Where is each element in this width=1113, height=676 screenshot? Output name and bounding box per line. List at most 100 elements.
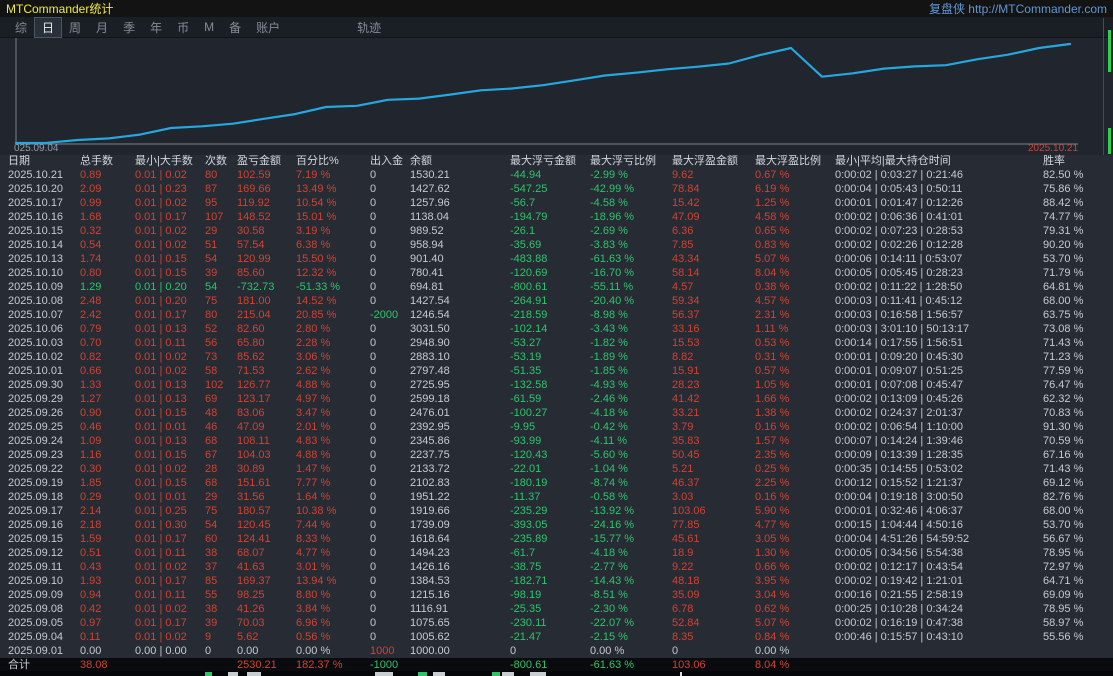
- table-row[interactable]: 2025.09.19 1.85 0.01 | 0.15 68 151.61 7.77 % 0…: [0, 476, 1113, 490]
- table-row[interactable]: 2025.09.10 1.93 0.01 | 0.17 85 169.37 13.94 %…: [0, 574, 1113, 588]
- table-cell: 62.32 %: [1043, 393, 1084, 405]
- table-row[interactable]: 2025.09.17 2.14 0.01 | 0.25 75 180.57 10.38 %…: [0, 504, 1113, 518]
- table-cell: 28.23: [672, 379, 700, 391]
- equity-chart-panel: 025.09.04 2025.10.21: [0, 38, 1113, 155]
- table-cell: 0.16 %: [755, 491, 790, 503]
- table-row[interactable]: 2025.09.16 2.18 0.01 | 0.30 54 120.45 7.44 % 0…: [0, 518, 1113, 532]
- menu-item-4[interactable]: 月: [89, 18, 115, 37]
- table-cell: 0.01 | 0.02: [135, 561, 187, 573]
- menu-item-5[interactable]: 季: [116, 18, 142, 37]
- table-cell: 0.51: [80, 547, 102, 559]
- table-row[interactable]: 2025.10.15 0.32 0.01 | 0.02 29 30.58 3.19 % 0 9…: [0, 224, 1113, 238]
- table-cell: 65.80: [237, 337, 265, 349]
- scrollbar-thumb-top[interactable]: [1108, 30, 1111, 72]
- table-cell: 4.77 %: [296, 547, 331, 559]
- table-row[interactable]: 2025.09.30 1.33 0.01 | 0.13 102 126.77 4.88 %…: [0, 378, 1113, 392]
- table-row[interactable]: 2025.10.10 0.80 0.01 | 0.15 39 85.60 12.32 % 0…: [0, 266, 1113, 280]
- table-row[interactable]: 2025.09.05 0.97 0.01 | 0.17 39 70.03 6.96 % 0 1…: [0, 616, 1113, 630]
- table-cell: 20.85 %: [296, 309, 337, 321]
- table-cell: 1.33: [80, 379, 102, 391]
- table-cell: 14.52 %: [296, 295, 337, 307]
- table-cell: 5.07 %: [755, 253, 790, 265]
- table-row[interactable]: 2025.10.20 2.09 0.01 | 0.23 87 169.66 13.49 %…: [0, 182, 1113, 196]
- table-cell: 0.70: [80, 337, 102, 349]
- table-cell: 1426.16: [410, 561, 450, 573]
- table-cell: 1427.62: [410, 183, 450, 195]
- table-row[interactable]: 2025.09.22 0.30 0.01 | 0.02 28 30.89 1.47 % 0 2…: [0, 462, 1113, 476]
- table-row[interactable]: 2025.09.01 0.00 0.00 | 0.00 0 0.00 0.00 % 1000…: [0, 644, 1113, 658]
- table-cell: 0.65 %: [755, 225, 790, 237]
- table-cell: -393.05: [510, 519, 548, 531]
- menu-item-8[interactable]: M: [197, 19, 221, 35]
- table-cell: 8.82: [672, 351, 694, 363]
- table-cell: 0: [370, 575, 377, 587]
- table-row[interactable]: 2025.10.08 2.48 0.01 | 0.20 75 181.00 14.52 %…: [0, 294, 1113, 308]
- menu-item-9[interactable]: 备: [222, 18, 248, 37]
- column-header: 最大浮亏比例: [590, 155, 656, 167]
- menu-item-6[interactable]: 年: [143, 18, 169, 37]
- table-cell: 6.19 %: [755, 183, 790, 195]
- table-cell: 67: [205, 449, 218, 461]
- table-cell: 95: [205, 197, 218, 209]
- table-cell: 1.09: [80, 435, 102, 447]
- table-cell: 13.94 %: [296, 575, 337, 587]
- table-cell: 0.01 | 0.30: [135, 519, 187, 531]
- table-row[interactable]: 2025.10.02 0.82 0.01 | 0.02 73 85.62 3.06 % 0 2…: [0, 350, 1113, 364]
- brand-link[interactable]: 复盘侠 http://MTCommander.com: [929, 0, 1107, 17]
- table-row[interactable]: 2025.09.23 1.16 0.01 | 0.15 67 104.03 4.88 % 0…: [0, 448, 1113, 462]
- table-cell: 1.11 %: [755, 323, 789, 335]
- table-row[interactable]: 2025.10.14 0.54 0.01 | 0.02 51 57.54 6.38 % 0 9…: [0, 238, 1113, 252]
- table-cell: 0: [370, 421, 377, 433]
- table-cell: -51.35: [510, 365, 542, 377]
- table-cell: 15.42: [672, 197, 700, 209]
- table-row[interactable]: 2025.10.03 0.70 0.01 | 0.11 56 65.80 2.28 % 0 2…: [0, 336, 1113, 350]
- table-cell: 0:00:03 | 0:11:41 | 0:45:12: [835, 295, 963, 307]
- table-row[interactable]: 2025.09.29 1.27 0.01 | 0.13 69 123.17 4.97 % 0…: [0, 392, 1113, 406]
- table-cell: 2725.95: [410, 379, 450, 391]
- table-row[interactable]: 2025.10.17 0.99 0.01 | 0.02 95 119.92 10.54 %…: [0, 196, 1113, 210]
- table-row[interactable]: 2025.09.04 0.11 0.01 | 0.02 9 5.62 0.56 % 0 100…: [0, 630, 1113, 644]
- table-row[interactable]: 2025.10.07 2.42 0.01 | 0.17 80 215.04 20.85 %…: [0, 308, 1113, 322]
- table-row[interactable]: 2025.09.26 0.90 0.01 | 0.15 48 83.06 3.47 % 0 2…: [0, 406, 1113, 420]
- table-row[interactable]: 2025.09.08 0.42 0.01 | 0.02 38 41.26 3.84 % 0 1…: [0, 602, 1113, 616]
- table-row[interactable]: 2025.09.25 0.46 0.01 | 0.01 46 47.09 2.01 % 0 2…: [0, 420, 1113, 434]
- menu-item-3[interactable]: 周: [62, 18, 88, 37]
- scrollbar-thumb-bottom[interactable]: [1108, 128, 1111, 154]
- table-cell: [835, 658, 1043, 672]
- table-cell: -1.82 %: [590, 337, 628, 349]
- table-cell: 4.88 %: [296, 449, 331, 461]
- table-cell: -25.35: [510, 603, 542, 615]
- table-row[interactable]: 2025.10.09 1.29 0.01 | 0.20 54 -732.73 -51.33…: [0, 280, 1113, 294]
- table-cell: -8.74 %: [590, 477, 628, 489]
- table-row[interactable]: 2025.09.18 0.29 0.01 | 0.01 29 31.56 1.64 % 0 1…: [0, 490, 1113, 504]
- table-row[interactable]: 2025.10.01 0.66 0.01 | 0.02 58 71.53 2.62 % 0 2…: [0, 364, 1113, 378]
- table-row[interactable]: 2025.09.12 0.51 0.01 | 0.11 38 68.07 4.77 % 0 1…: [0, 546, 1113, 560]
- menu-item-10[interactable]: 账户: [249, 18, 287, 37]
- table-row[interactable]: 2025.09.09 0.94 0.01 | 0.11 55 98.25 8.80 % 0 1…: [0, 588, 1113, 602]
- table-cell: 47.09: [237, 421, 265, 433]
- table-row[interactable]: 2025.09.15 1.59 0.01 | 0.17 60 124.41 8.33 % 0…: [0, 532, 1113, 546]
- table-cell: 3.01 %: [296, 561, 331, 573]
- table-cell: 1138.04: [410, 211, 449, 223]
- table-cell: 53.70 %: [1043, 253, 1084, 265]
- table-cell: 39: [205, 617, 218, 629]
- table-cell: 0.01 | 0.11: [135, 589, 186, 601]
- column-header: 出入金: [370, 155, 403, 167]
- table-cell: 83.06: [237, 407, 265, 419]
- table-cell: 82.60: [237, 323, 265, 335]
- table-cell: 0.01 | 0.23: [135, 183, 187, 195]
- table-cell: 7.77 %: [296, 477, 331, 489]
- table-row[interactable]: 2025.09.11 0.43 0.01 | 0.02 37 41.63 3.01 % 0 1…: [0, 560, 1113, 574]
- table-row[interactable]: 2025.09.24 1.09 0.01 | 0.13 68 108.11 4.83 % 0…: [0, 434, 1113, 448]
- menu-item-7[interactable]: 币: [170, 18, 196, 37]
- table-cell: 0.29: [80, 491, 102, 503]
- table-cell: -1.04 %: [590, 463, 628, 475]
- menu-item-1[interactable]: 综: [8, 18, 34, 37]
- table-row[interactable]: 2025.10.13 1.74 0.01 | 0.15 54 120.99 15.50 %…: [0, 252, 1113, 266]
- table-row[interactable]: 2025.10.21 0.89 0.01 | 0.02 80 102.59 7.19 % 0…: [0, 168, 1113, 182]
- menu-item-2[interactable]: 日: [34, 16, 63, 38]
- table-row[interactable]: 2025.10.06 0.79 0.01 | 0.13 52 82.60 2.80 % 0 3…: [0, 322, 1113, 336]
- table-cell: 78.84: [672, 183, 700, 195]
- table-row[interactable]: 2025.10.16 1.68 0.01 | 0.17 107 148.52 15.01 …: [0, 210, 1113, 224]
- menu-item-track[interactable]: 轨迹: [350, 18, 388, 37]
